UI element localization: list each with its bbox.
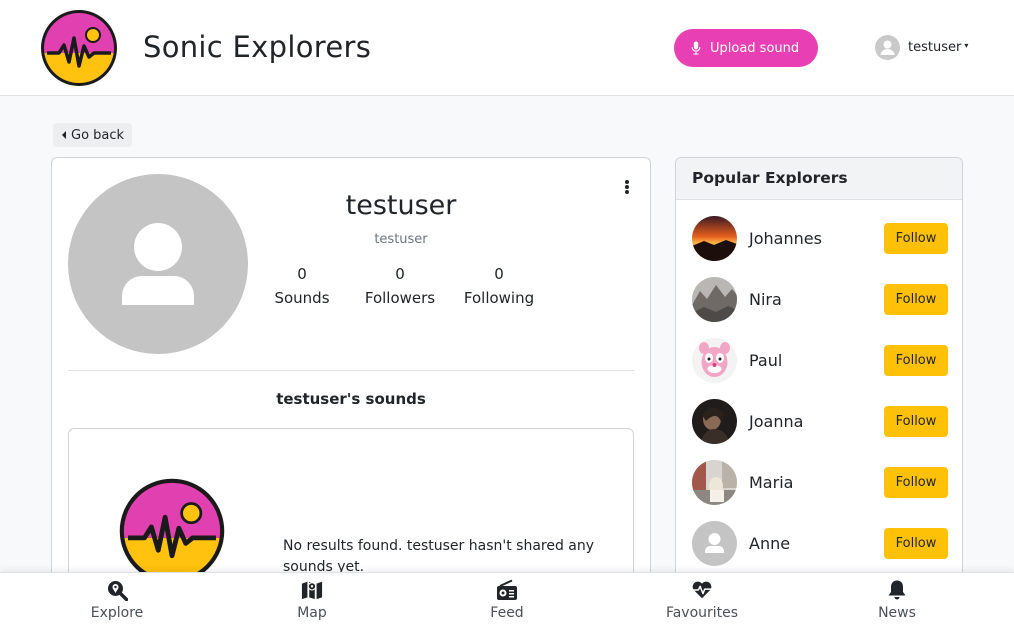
explorer-item: Johannes Follow [692, 215, 948, 261]
search-location-icon [108, 581, 128, 601]
stat-following[interactable]: 0 Following [449, 262, 549, 310]
explorer-name[interactable]: Anne [749, 534, 884, 553]
follow-button[interactable]: Follow [884, 222, 948, 254]
nav-label: Explore [90, 605, 144, 621]
user-menu-dropdown[interactable]: testuser ▾ [875, 35, 968, 60]
more-options-icon[interactable] [623, 178, 631, 196]
explorer-item: Paul Follow [692, 337, 948, 383]
bottom-navigation: Explore Map Feed Favourites News [0, 572, 1014, 630]
bell-icon [888, 580, 906, 600]
follow-button[interactable]: Follow [884, 527, 948, 559]
popular-explorers-panel: Popular Explorers Johannes Follow Nira F… [675, 157, 963, 597]
explorer-avatar[interactable] [692, 215, 737, 261]
profile-handle: testuser [374, 232, 428, 247]
explorer-avatar[interactable] [692, 337, 737, 383]
popular-explorers-title: Popular Explorers [676, 158, 962, 200]
stat-value: 0 [297, 265, 307, 283]
microphone-icon [691, 41, 701, 55]
upload-sound-label: Upload sound [710, 40, 800, 56]
explorer-name[interactable]: Maria [749, 473, 884, 492]
radio-icon [497, 579, 517, 600]
profile-card: testuser testuser 0 Sounds 0 Followers 0… [51, 157, 651, 630]
user-avatar-icon [875, 35, 900, 60]
divider [68, 370, 634, 371]
follow-button[interactable]: Follow [884, 283, 948, 315]
upload-sound-button[interactable]: Upload sound [674, 29, 818, 67]
stat-label: Sounds [274, 289, 330, 307]
go-back-button[interactable]: Go back [53, 123, 133, 147]
chevron-down-icon: ▾ [964, 41, 969, 50]
nav-label: Favourites [665, 605, 739, 621]
explorer-avatar[interactable] [692, 520, 737, 566]
go-back-label: Go back [71, 127, 125, 143]
username-label: testuser [908, 40, 962, 55]
stat-value: 0 [494, 265, 504, 283]
sounds-section-title: testuser's sounds [276, 390, 426, 408]
explorer-avatar[interactable] [692, 276, 737, 322]
brand-title[interactable]: Sonic Explorers [143, 30, 371, 64]
nav-feed[interactable]: Feed [447, 579, 567, 621]
stat-label: Followers [364, 289, 436, 307]
top-header: Sonic Explorers Upload sound testuser ▾ [0, 0, 1014, 96]
explorer-item: Maria Follow [692, 459, 948, 505]
explorer-name[interactable]: Joanna [749, 412, 884, 431]
nav-favourites[interactable]: Favourites [642, 579, 762, 621]
explorer-item: Anne Follow [692, 520, 948, 566]
nav-map[interactable]: Map [252, 579, 372, 621]
explorer-item: Nira Follow [692, 276, 948, 322]
stat-followers[interactable]: 0 Followers [350, 262, 450, 310]
stat-value: 0 [395, 265, 405, 283]
explorer-item: Joanna Follow [692, 398, 948, 444]
explorer-name[interactable]: Paul [749, 351, 884, 370]
follow-button[interactable]: Follow [884, 344, 948, 376]
explorer-name[interactable]: Johannes [749, 229, 884, 248]
sonic-explorers-logo[interactable] [39, 8, 119, 88]
profile-name: testuser [345, 190, 457, 221]
nav-explore[interactable]: Explore [57, 579, 177, 621]
stat-sounds[interactable]: 0 Sounds [252, 262, 352, 310]
explorer-name[interactable]: Nira [749, 290, 884, 309]
explorer-avatar[interactable] [692, 398, 737, 444]
nav-label: News [878, 605, 916, 621]
profile-avatar [68, 174, 248, 354]
stat-label: Following [463, 289, 535, 307]
follow-button[interactable]: Follow [884, 405, 948, 437]
caret-left-icon [62, 131, 66, 139]
nav-label: Feed [490, 605, 524, 621]
explorer-avatar[interactable] [692, 459, 737, 505]
map-icon [301, 581, 323, 600]
sonic-explorers-logo [119, 478, 225, 584]
nav-news[interactable]: News [837, 579, 957, 621]
nav-label: Map [297, 605, 327, 621]
heartbeat-icon [692, 581, 712, 599]
follow-button[interactable]: Follow [884, 466, 948, 498]
